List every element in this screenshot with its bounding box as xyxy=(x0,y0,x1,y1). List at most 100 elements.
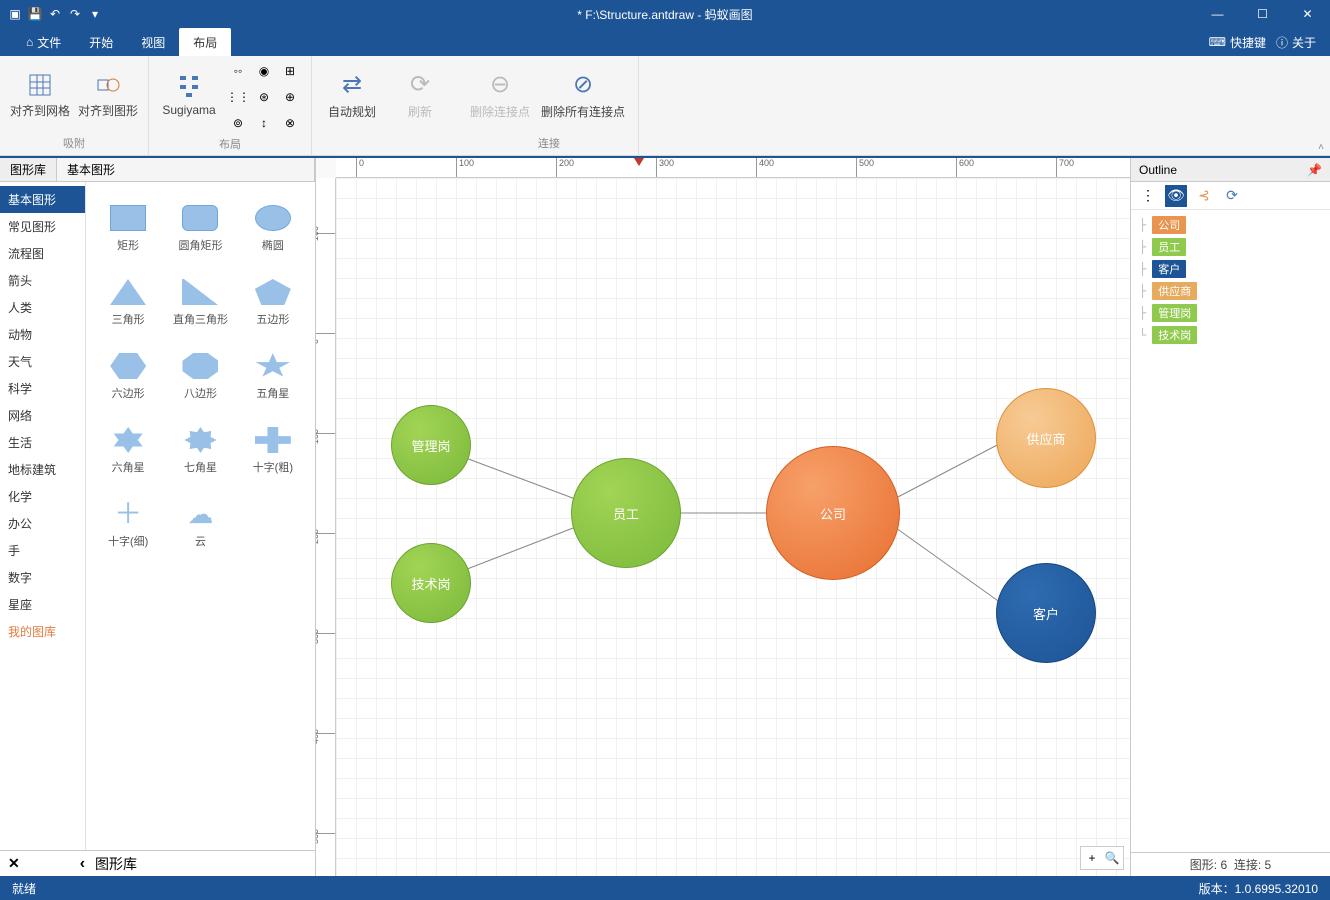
outline-panel: Outline 📌 ⋮ 👁 ⊰ ⟳ ├公司├员工├客户├供应商├管理岗└技术岗 … xyxy=(1130,158,1330,876)
redo-icon[interactable]: ↷ xyxy=(68,7,82,21)
ribbon: 对齐到网格 对齐到图形 吸附 Sugiyama ◦◦ ◉ ⊞ ⋮⋮ ⊛ ⊕ ⊚ xyxy=(0,56,1330,156)
category-chemistry[interactable]: 化学 xyxy=(0,483,85,510)
maximize-button[interactable]: ☐ xyxy=(1240,0,1285,28)
outline-item[interactable]: └技术岗 xyxy=(1139,326,1322,344)
outline-item[interactable]: ├客户 xyxy=(1139,260,1322,278)
delete-all-connectors-button[interactable]: ⊘ 删除所有连接点 xyxy=(538,60,628,130)
category-flow[interactable]: 流程图 xyxy=(0,240,85,267)
shapes-icon xyxy=(95,72,121,98)
outline-menu-icon[interactable]: ⋮ xyxy=(1137,185,1159,207)
grid-icon xyxy=(27,72,53,98)
category-hand[interactable]: 手 xyxy=(0,537,85,564)
shape-sh-pent[interactable]: 五边形 xyxy=(239,268,307,338)
layout-preset-8[interactable]: ↕ xyxy=(253,112,275,134)
category-animal[interactable]: 动物 xyxy=(0,321,85,348)
align-grid-button[interactable]: 对齐到网格 xyxy=(10,60,70,130)
outline-item[interactable]: ├供应商 xyxy=(1139,282,1322,300)
category-arrow[interactable]: 箭头 xyxy=(0,267,85,294)
pin-icon[interactable]: 📌 xyxy=(1307,163,1322,177)
layout-preset-3[interactable]: ⊞ xyxy=(279,60,301,82)
node-supplier[interactable]: 供应商 xyxy=(996,388,1096,488)
shortcut-link[interactable]: ⌨快捷键 xyxy=(1209,34,1266,51)
auto-plan-button[interactable]: ⇄ 自动规划 xyxy=(322,60,382,130)
shape-sh-cloud[interactable]: ☁云 xyxy=(166,490,234,560)
node-tech[interactable]: 技术岗 xyxy=(391,543,471,623)
shape-sh-ellipse[interactable]: 椭圆 xyxy=(239,194,307,264)
category-science[interactable]: 科学 xyxy=(0,375,85,402)
category-network[interactable]: 网络 xyxy=(0,402,85,429)
info-icon: ⓘ xyxy=(1276,34,1288,51)
layout-preset-1[interactable]: ◦◦ xyxy=(227,60,249,82)
shuffle-icon: ⇄ xyxy=(342,70,362,99)
outline-item[interactable]: ├员工 xyxy=(1139,238,1322,256)
align-shape-button[interactable]: 对齐到图形 xyxy=(78,60,138,130)
shape-sh-star5[interactable]: 五角星 xyxy=(239,342,307,412)
outline-item[interactable]: ├管理岗 xyxy=(1139,304,1322,322)
outline-item[interactable]: ├公司 xyxy=(1139,216,1322,234)
shape-sh-star7[interactable]: 七角星 xyxy=(166,416,234,486)
layout-presets: ◦◦ ◉ ⊞ ⋮⋮ ⊛ ⊕ ⊚ ↕ ⊗ xyxy=(227,60,301,134)
shape-sh-rrect[interactable]: 圆角矩形 xyxy=(166,194,234,264)
layout-preset-2[interactable]: ◉ xyxy=(253,60,275,82)
close-button[interactable]: ✕ xyxy=(1285,0,1330,28)
add-tool-icon[interactable]: + xyxy=(1083,849,1101,867)
category-common[interactable]: 常见图形 xyxy=(0,213,85,240)
about-link[interactable]: ⓘ关于 xyxy=(1276,34,1316,51)
shape-sh-star6[interactable]: 六角星 xyxy=(94,416,162,486)
breadcrumb-back-icon[interactable]: ‹ xyxy=(80,855,85,873)
shape-sh-crossthin[interactable]: ＋十字(细) xyxy=(94,490,162,560)
qat-dropdown-icon[interactable]: ▾ xyxy=(88,7,102,21)
breadcrumb-close-icon[interactable]: ✕ xyxy=(8,855,20,872)
category-number[interactable]: 数字 xyxy=(0,564,85,591)
tab-start[interactable]: 开始 xyxy=(75,28,127,56)
shape-sh-rtri[interactable]: 直角三角形 xyxy=(166,268,234,338)
node-customer[interactable]: 客户 xyxy=(996,563,1096,663)
category-life[interactable]: 生活 xyxy=(0,429,85,456)
shape-library-header: 图形库 xyxy=(0,158,57,181)
breadcrumb-label[interactable]: 图形库 xyxy=(95,854,137,874)
shape-breadcrumb: ✕ ‹ 图形库 xyxy=(0,850,315,876)
category-people[interactable]: 人类 xyxy=(0,294,85,321)
shape-sh-tri[interactable]: 三角形 xyxy=(94,268,162,338)
outline-share-icon[interactable]: ⊰ xyxy=(1193,185,1215,207)
ruler-guide-marker[interactable] xyxy=(634,158,644,166)
shape-sh-cross[interactable]: 十字(粗) xyxy=(239,416,307,486)
shape-sh-rect[interactable]: 矩形 xyxy=(94,194,162,264)
canvas-area: 0100200300400500600700 -1000100200300400… xyxy=(316,158,1130,876)
category-mylib[interactable]: 我的图库 xyxy=(0,618,85,645)
layout-preset-5[interactable]: ⊛ xyxy=(253,86,275,108)
outline-tree: ├公司 ├员工 ├客户 ├供应商 ├管理岗 └技术岗 xyxy=(1131,210,1330,354)
tab-file[interactable]: ⌂ 文件 xyxy=(12,28,75,56)
horizontal-ruler[interactable]: 0100200300400500600700 xyxy=(336,158,1130,178)
outline-refresh-icon[interactable]: ⟳ xyxy=(1221,185,1243,207)
category-landmark[interactable]: 地标建筑 xyxy=(0,456,85,483)
ribbon-group-layout-label: 布局 xyxy=(219,134,241,156)
outline-eye-icon[interactable]: 👁 xyxy=(1165,185,1187,207)
undo-icon[interactable]: ↶ xyxy=(48,7,62,21)
vertical-ruler[interactable]: -1000100200300400500 xyxy=(316,178,336,876)
category-zodiac[interactable]: 星座 xyxy=(0,591,85,618)
shape-sh-hex[interactable]: 六边形 xyxy=(94,342,162,412)
layout-preset-7[interactable]: ⊚ xyxy=(227,112,249,134)
shape-library-panel: 图形库 基本图形 基本图形常见图形流程图箭头人类动物天气科学网络生活地标建筑化学… xyxy=(0,158,316,876)
node-company[interactable]: 公司 xyxy=(766,446,900,580)
category-office[interactable]: 办公 xyxy=(0,510,85,537)
menubar: ⌂ 文件 开始 视图 布局 ⌨快捷键 ⓘ关于 xyxy=(0,28,1330,56)
category-weather[interactable]: 天气 xyxy=(0,348,85,375)
layout-preset-4[interactable]: ⋮⋮ xyxy=(227,86,249,108)
save-icon[interactable]: 💾 xyxy=(28,7,42,21)
tab-layout[interactable]: 布局 xyxy=(179,28,231,56)
titlebar: ▣ 💾 ↶ ↷ ▾ * F:\Structure.antdraw - 蚂蚁画图 … xyxy=(0,0,1330,28)
zoom-tool-icon[interactable]: 🔍 xyxy=(1103,849,1121,867)
layout-preset-9[interactable]: ⊗ xyxy=(279,112,301,134)
layout-preset-6[interactable]: ⊕ xyxy=(279,86,301,108)
ribbon-collapse-icon[interactable]: ˄ xyxy=(1318,142,1324,153)
node-mgr[interactable]: 管理岗 xyxy=(391,405,471,485)
node-emp[interactable]: 员工 xyxy=(571,458,681,568)
tab-view[interactable]: 视图 xyxy=(127,28,179,56)
sugiyama-button[interactable]: Sugiyama xyxy=(159,60,219,130)
minimize-button[interactable]: — xyxy=(1195,0,1240,28)
shape-sh-oct[interactable]: 八边形 xyxy=(166,342,234,412)
category-basic[interactable]: 基本图形 xyxy=(0,186,85,213)
canvas[interactable]: + 🔍 管理岗技术岗 员工公司供应商客户 xyxy=(336,178,1130,876)
